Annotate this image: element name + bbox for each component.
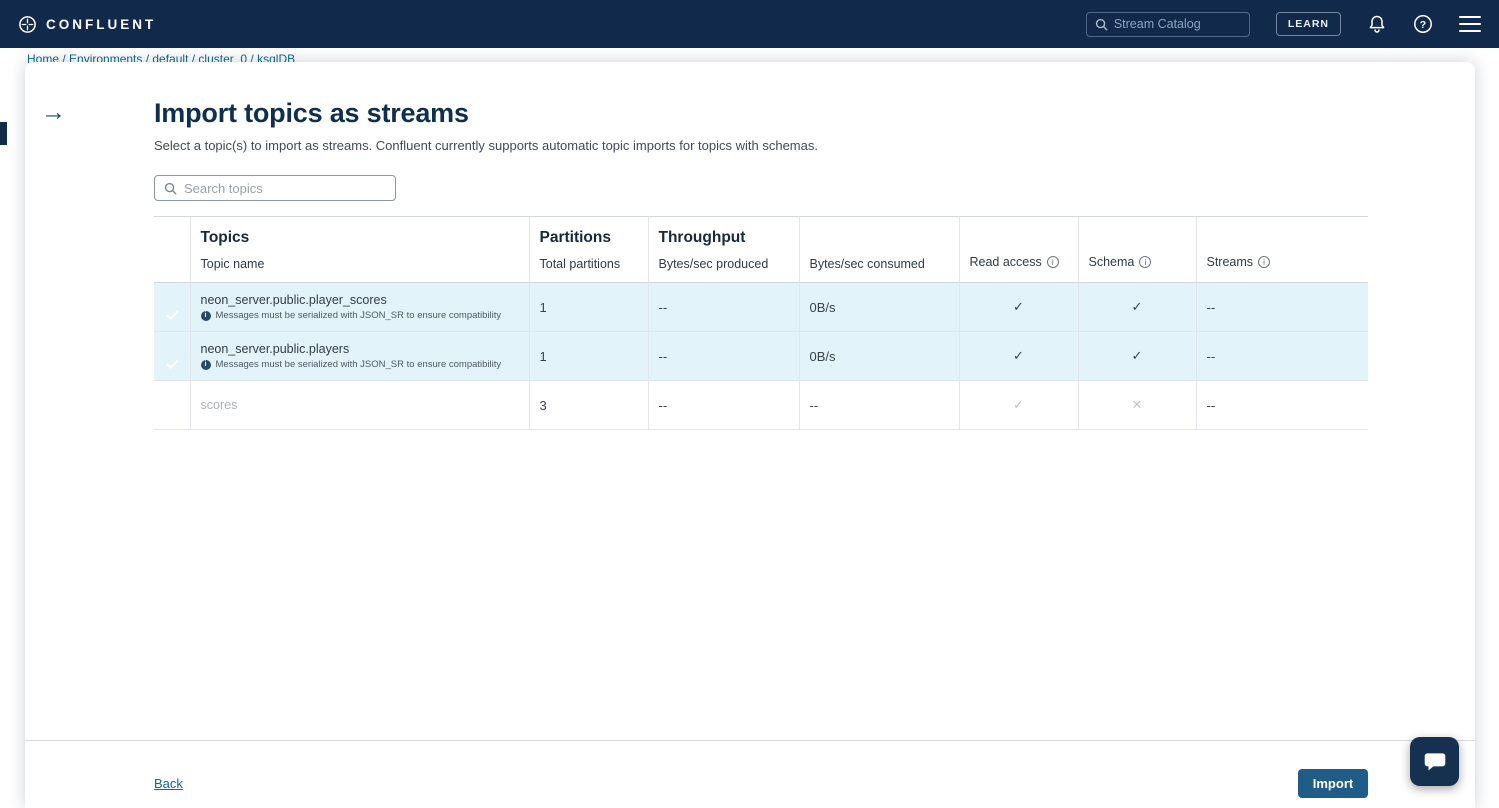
search-topics-field[interactable]: [154, 175, 396, 201]
topic-name: neon_server.public.players: [201, 342, 519, 356]
page-title: Import topics as streams: [154, 98, 1368, 129]
stream-catalog-search[interactable]: [1086, 12, 1250, 37]
search-topics-input[interactable]: [184, 181, 386, 196]
row-select-cell: [154, 381, 190, 430]
schema-info-icon[interactable]: i: [1139, 256, 1151, 268]
topic-name: neon_server.public.player_scores: [201, 293, 519, 307]
topics-table: Topics Topic name Partitions Total parti…: [154, 216, 1368, 430]
search-icon: [1095, 18, 1108, 31]
schema-cell: ✕: [1078, 381, 1196, 430]
streams-cell: --: [1196, 381, 1368, 430]
streams-cell: --: [1196, 283, 1368, 332]
sub-header-bytes-consumed: Bytes/sec consumed: [810, 257, 949, 271]
produced-cell: --: [648, 283, 799, 332]
table-row: scores 3 -- -- ✓ ✕ --: [154, 381, 1368, 430]
chat-widget-button[interactable]: [1410, 737, 1459, 786]
streams-info-icon[interactable]: i: [1258, 256, 1270, 268]
svg-text:?: ?: [1420, 19, 1426, 31]
import-button[interactable]: Import: [1298, 769, 1368, 798]
table-header-row: Topics Topic name Partitions Total parti…: [154, 217, 1368, 283]
chat-bubble-icon: [1422, 749, 1448, 775]
produced-cell: --: [648, 332, 799, 381]
streams-cell: --: [1196, 332, 1368, 381]
schema-cell: ✓: [1078, 283, 1196, 332]
hamburger-menu-icon[interactable]: [1459, 16, 1481, 32]
partitions-cell: 3: [529, 381, 648, 430]
partitions-cell: 1: [529, 283, 648, 332]
read-access-cell: ✓: [959, 381, 1078, 430]
col-header-read-access: Read access i: [959, 217, 1078, 283]
consumed-cell: 0B/s: [799, 332, 959, 381]
group-header-throughput: Throughput: [659, 229, 789, 247]
read-access-cell: ✓: [959, 283, 1078, 332]
read-access-cell: ✓: [959, 332, 1078, 381]
confluent-brand[interactable]: CONFLUENT: [18, 15, 156, 34]
note-info-icon: i: [201, 311, 211, 321]
sub-header-streams: Streams: [1207, 255, 1254, 269]
topic-cell: neon_server.public.player_scores i Messa…: [190, 283, 529, 332]
group-header-partitions: Partitions: [540, 229, 638, 247]
search-icon: [164, 182, 177, 195]
drawer-footer: Back Import: [25, 740, 1475, 808]
sub-header-schema: Schema: [1089, 255, 1135, 269]
brand-text: CONFLUENT: [46, 17, 156, 32]
sub-header-read-access: Read access: [970, 255, 1042, 269]
note-info-icon: i: [201, 360, 211, 370]
import-topics-drawer: → Import topics as streams Select a topi…: [25, 62, 1475, 808]
topic-cell: neon_server.public.players i Messages mu…: [190, 332, 529, 381]
consumed-cell: --: [799, 381, 959, 430]
read-access-info-icon[interactable]: i: [1047, 256, 1059, 268]
topic-cell: scores: [190, 381, 529, 430]
background-panel-edge: [0, 122, 7, 145]
back-link[interactable]: Back: [154, 776, 183, 791]
learn-button[interactable]: LEARN: [1276, 12, 1341, 36]
col-header-schema: Schema i: [1078, 217, 1196, 283]
col-header-partitions: Partitions Total partitions: [529, 217, 648, 283]
row-select-cell: [154, 283, 190, 332]
sub-header-bytes-produced: Bytes/sec produced: [659, 257, 789, 271]
select-all-cell: [154, 217, 190, 283]
col-header-topics: Topics Topic name: [190, 217, 529, 283]
schema-cell: ✓: [1078, 332, 1196, 381]
sub-header-topic-name: Topic name: [201, 257, 519, 271]
topic-note-text: Messages must be serialized with JSON_SR…: [216, 359, 502, 370]
stream-catalog-search-input[interactable]: [1114, 17, 1241, 31]
table-row[interactable]: neon_server.public.player_scores i Messa…: [154, 283, 1368, 332]
top-navigation-bar: CONFLUENT LEARN ?: [0, 0, 1499, 48]
partitions-cell: 1: [529, 332, 648, 381]
row-select-cell: [154, 332, 190, 381]
produced-cell: --: [648, 381, 799, 430]
table-row[interactable]: neon_server.public.players i Messages mu…: [154, 332, 1368, 381]
col-header-streams: Streams i: [1196, 217, 1368, 283]
col-header-consumed: Bytes/sec consumed: [799, 217, 959, 283]
page-subtitle: Select a topic(s) to import as streams. …: [154, 138, 1368, 153]
consumed-cell: 0B/s: [799, 283, 959, 332]
sub-header-total-partitions: Total partitions: [540, 257, 638, 271]
group-header-topics: Topics: [201, 229, 519, 247]
confluent-logo-icon: [18, 15, 37, 34]
collapse-panel-arrow-icon[interactable]: →: [35, 94, 72, 131]
topic-name: scores: [201, 398, 519, 412]
notifications-bell-icon[interactable]: [1367, 14, 1387, 35]
help-icon[interactable]: ?: [1413, 14, 1433, 34]
col-header-produced: Throughput Bytes/sec produced: [648, 217, 799, 283]
topic-note-text: Messages must be serialized with JSON_SR…: [216, 310, 502, 321]
